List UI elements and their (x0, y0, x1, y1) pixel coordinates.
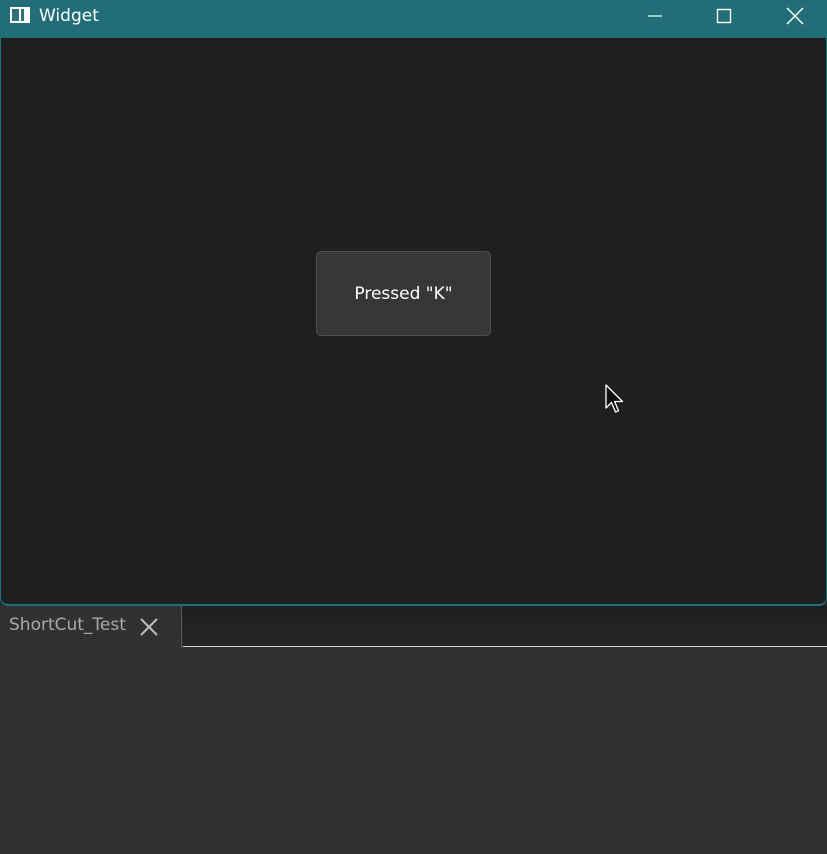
pressed-key-button[interactable]: Pressed "K" (316, 251, 491, 336)
close-icon (140, 618, 158, 636)
tab-close-button[interactable] (137, 615, 161, 639)
minimize-icon (648, 15, 662, 17)
app-window-icon (10, 7, 30, 23)
desktop: Widget Pressed "K" ShortCut_Test (0, 0, 827, 854)
maximize-button[interactable] (701, 0, 747, 32)
pressed-key-label: Pressed "K" (354, 283, 453, 304)
window-title: Widget (39, 6, 99, 26)
close-icon (786, 7, 804, 25)
title-bar[interactable]: Widget (1, 0, 826, 38)
tab-strip (183, 606, 827, 646)
mouse-cursor-icon (605, 384, 624, 413)
tab-label: ShortCut_Test (9, 615, 126, 635)
tab-strip-divider (183, 646, 827, 647)
maximize-icon (716, 8, 732, 24)
widget-window: Widget Pressed "K" (0, 0, 827, 606)
close-button[interactable] (772, 0, 818, 32)
tab-shortcut-test[interactable]: ShortCut_Test (0, 606, 182, 648)
minimize-button[interactable] (632, 0, 678, 32)
